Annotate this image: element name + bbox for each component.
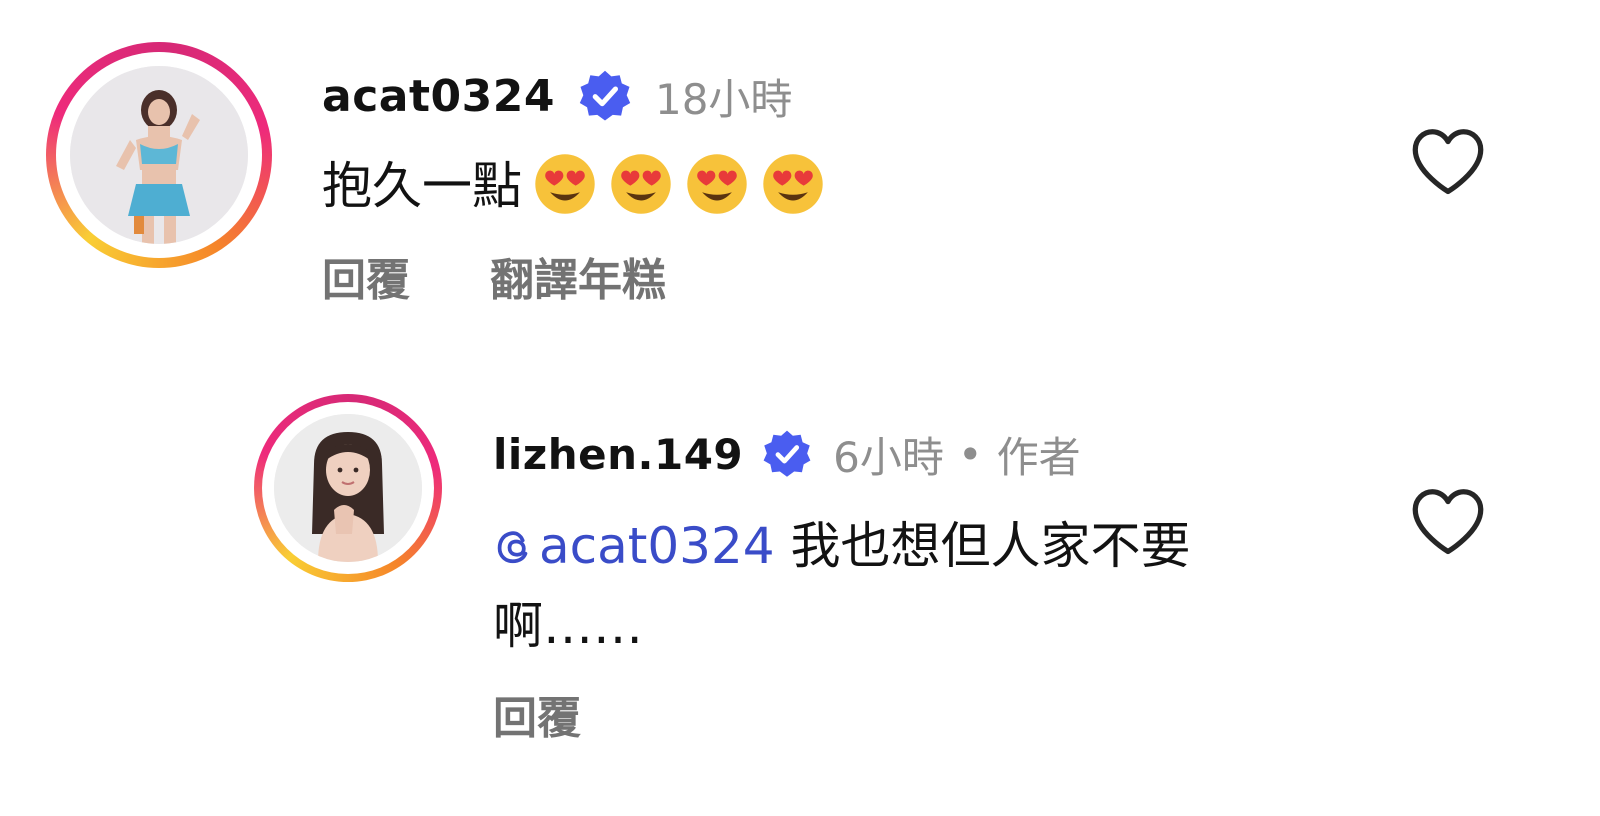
- heart-outline-icon[interactable]: [1408, 126, 1488, 198]
- translate-button[interactable]: 翻譯年糕: [490, 244, 666, 308]
- mention-link[interactable]: acat0324: [493, 517, 775, 575]
- heart-eyes-emoji-icon: [763, 154, 823, 214]
- avatar[interactable]: [274, 414, 422, 562]
- comment-actions: 回覆: [493, 682, 661, 746]
- comment-text-content: 抱久一點: [322, 157, 522, 215]
- comment-item: acat0324 18小時 抱久一點 回覆 翻譯年糕: [0, 0, 1600, 330]
- separator-dot: •: [957, 429, 983, 479]
- avatar[interactable]: [70, 66, 248, 244]
- author-tag: 作者: [996, 432, 1081, 482]
- mention-username[interactable]: acat0324: [539, 517, 775, 575]
- verified-badge-icon: [763, 430, 811, 477]
- threads-mention-icon: [497, 531, 528, 564]
- heart-eyes-emoji-icon: [687, 154, 747, 214]
- comment-text: 抱久一點: [322, 146, 1362, 226]
- verified-badge-icon: [579, 70, 631, 121]
- comment-text: acat0324 我也想但人家不要啊……: [493, 506, 1293, 666]
- heart-eyes-emoji-icon: [535, 154, 595, 214]
- heart-eyes-emoji-icon: [611, 154, 671, 214]
- reply-button[interactable]: 回覆: [322, 244, 410, 308]
- comment-header: acat0324 18小時: [322, 64, 792, 128]
- heart-outline-icon[interactable]: [1408, 486, 1488, 558]
- username[interactable]: acat0324: [322, 71, 555, 122]
- reply-comment-item: lizhen.149 6小時 • 作者 acat0324 我也想但人家不要啊………: [0, 380, 1600, 816]
- comment-time: 18小時: [654, 74, 793, 124]
- comment-header: lizhen.149 6小時 • 作者: [493, 424, 1081, 484]
- username[interactable]: lizhen.149: [493, 430, 743, 479]
- comment-time: 6小時: [833, 432, 944, 482]
- reply-button[interactable]: 回覆: [493, 682, 581, 746]
- comment-actions: 回覆 翻譯年糕: [322, 244, 746, 308]
